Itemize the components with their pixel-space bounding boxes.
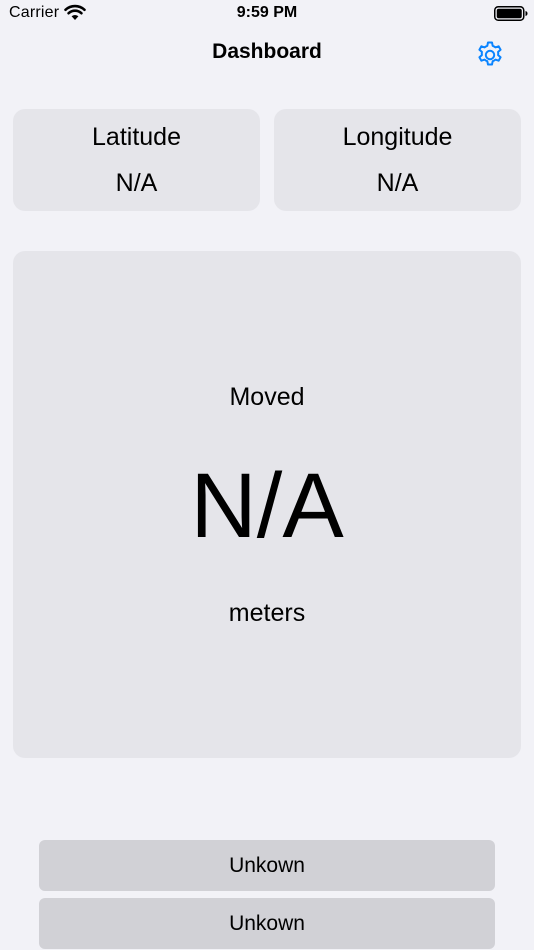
longitude-card: Longitude N/A <box>274 109 521 211</box>
latitude-label: Latitude <box>92 123 181 151</box>
longitude-label: Longitude <box>342 123 453 151</box>
unknown-button-2[interactable]: Unkown <box>39 898 495 949</box>
latitude-value: N/A <box>115 169 158 197</box>
longitude-value: N/A <box>376 169 419 197</box>
page-title: Dashboard <box>212 40 322 63</box>
battery-icon <box>494 6 528 21</box>
moved-value: N/A <box>190 455 344 557</box>
moved-label: Moved <box>229 383 305 411</box>
status-bar: Carrier 9:59 PM <box>0 0 534 28</box>
unknown-button-1[interactable]: Unkown <box>39 840 495 891</box>
status-time: 9:59 PM <box>236 4 298 21</box>
moved-card: Moved N/A meters <box>13 251 521 758</box>
gear-icon <box>478 41 502 66</box>
latitude-card: Latitude N/A <box>13 109 260 211</box>
moved-unit: meters <box>228 599 306 627</box>
settings-button[interactable] <box>472 37 508 73</box>
